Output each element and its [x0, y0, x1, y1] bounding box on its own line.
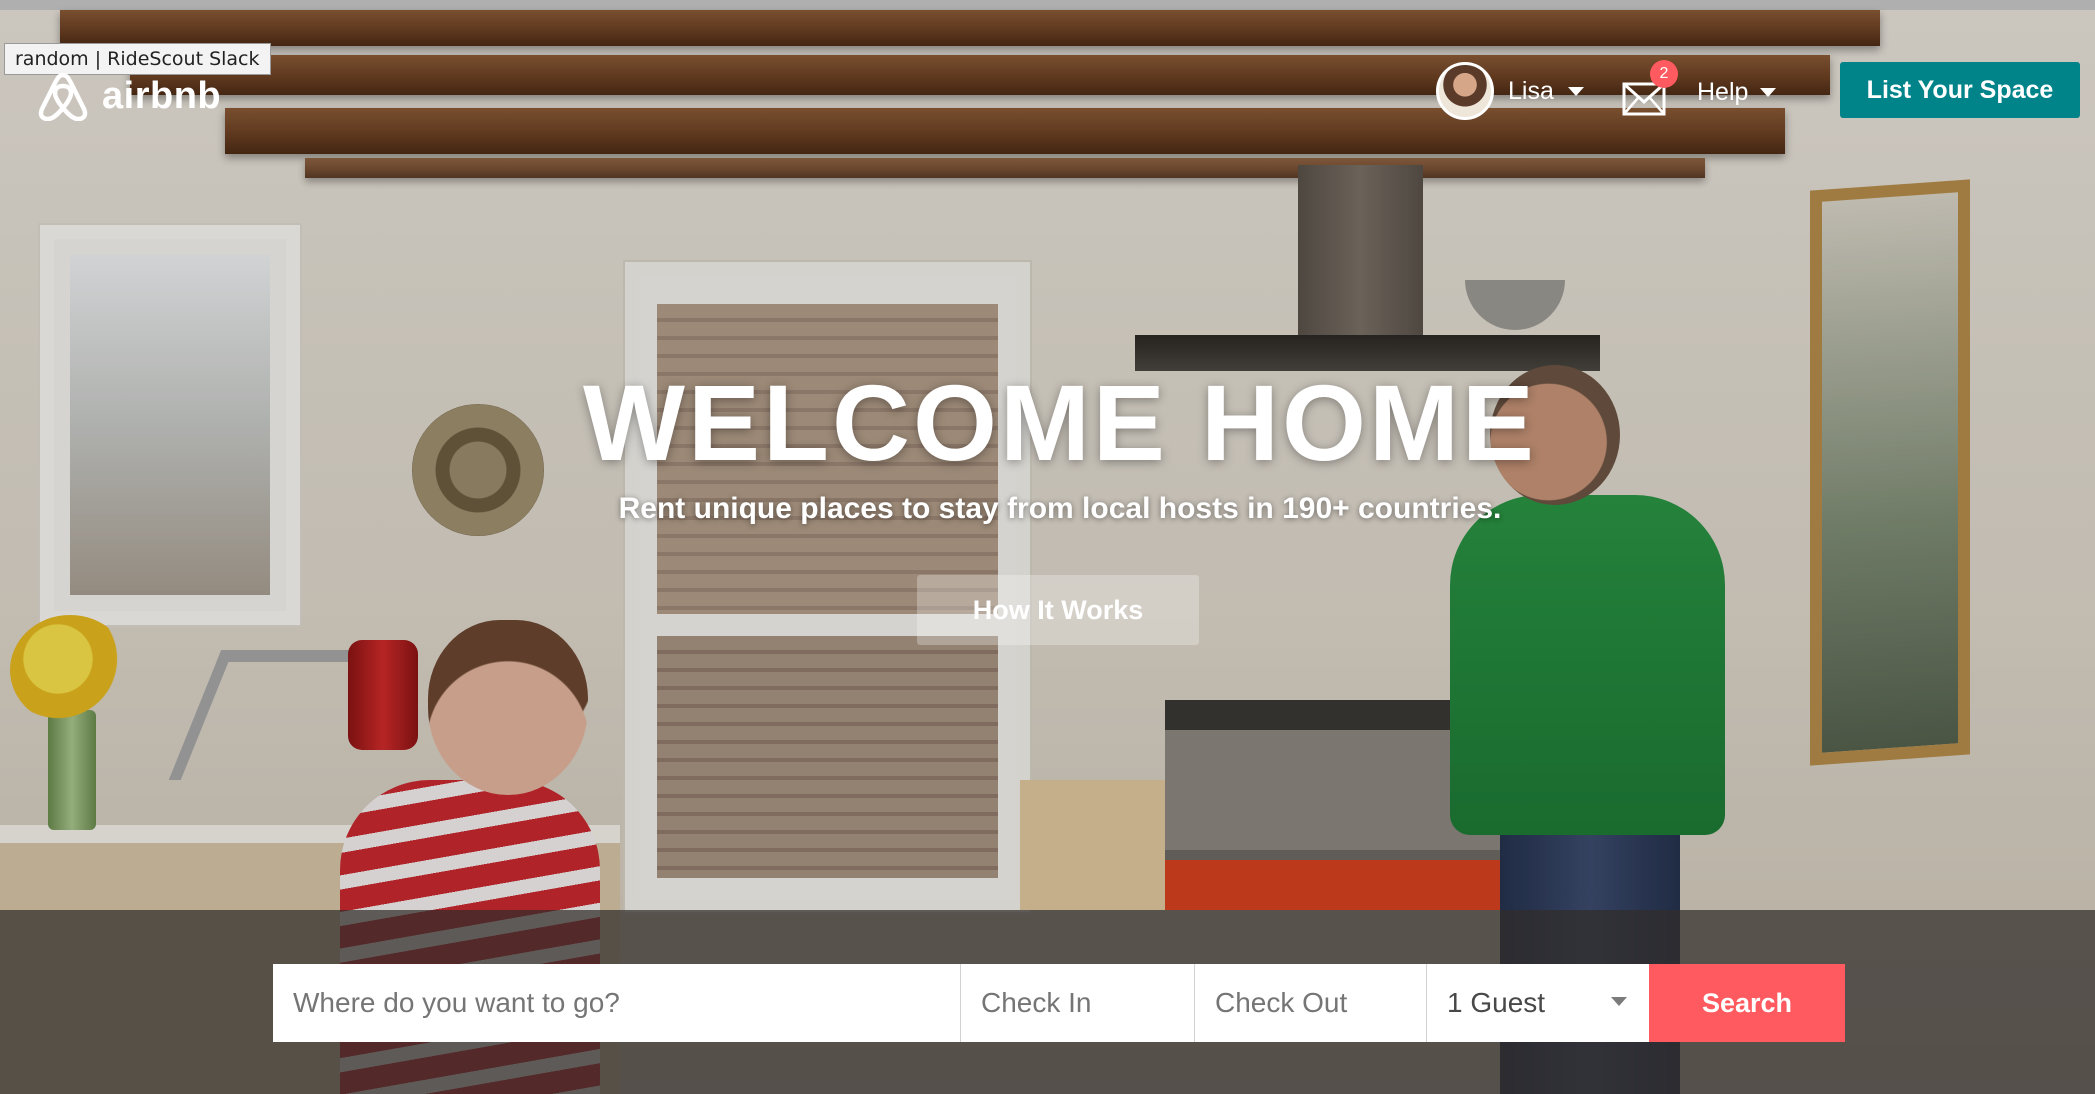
how-it-works-button[interactable]: How It Works	[917, 575, 1199, 645]
messages-button[interactable]: 2	[1622, 60, 1678, 116]
user-menu[interactable]: Lisa	[1436, 62, 1584, 120]
messages-count-badge: 2	[1650, 60, 1678, 88]
airbnb-homepage: random | RideScout Slack airbnb Lisa 2 H…	[0, 0, 2095, 1094]
search-button[interactable]: Search	[1649, 964, 1845, 1042]
logo-wordmark: airbnb	[102, 74, 222, 117]
avatar	[1436, 62, 1494, 120]
location-input[interactable]: Where do you want to go?	[273, 964, 961, 1042]
check-in-field[interactable]: Check In	[961, 964, 1195, 1042]
check-out-field[interactable]: Check Out	[1195, 964, 1427, 1042]
airbnb-logo[interactable]: airbnb	[34, 70, 221, 122]
chevron-down-icon	[1611, 997, 1627, 1006]
help-menu[interactable]: Help	[1697, 72, 1777, 112]
user-name: Lisa	[1508, 76, 1554, 105]
airbnb-belo-icon	[38, 72, 88, 121]
caret-down-icon	[1760, 87, 1777, 97]
guests-select[interactable]: 1 Guest	[1427, 964, 1649, 1042]
search-bar: Where do you want to go? Check In Check …	[273, 964, 1845, 1042]
hero-title: WELCOME HOME	[583, 362, 1537, 483]
help-label: Help	[1697, 77, 1749, 106]
caret-down-icon	[1567, 86, 1584, 96]
hero-subtitle: Rent unique places to stay from local ho…	[618, 492, 1502, 525]
list-your-space-button[interactable]: List Your Space	[1840, 62, 2080, 118]
guests-value: 1 Guest	[1447, 987, 1546, 1018]
